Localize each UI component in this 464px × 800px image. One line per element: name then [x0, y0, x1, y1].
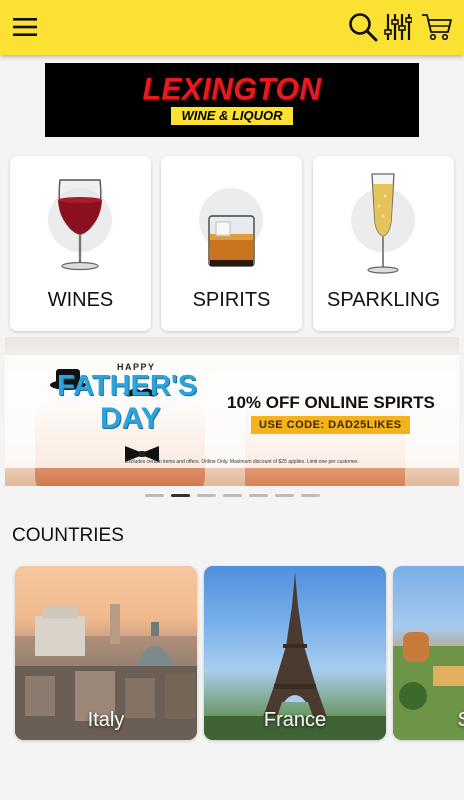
logo-subtitle: WINE & LIQUOR	[171, 107, 293, 125]
promo-headline: FATHER'S	[57, 370, 198, 402]
wine-glass-icon	[58, 179, 102, 271]
carousel-dot[interactable]	[223, 494, 242, 497]
promo-headline-day: DAY	[100, 402, 161, 435]
filter-icon[interactable]	[382, 10, 414, 44]
country-name: France	[263, 709, 327, 731]
search-icon[interactable]	[346, 10, 380, 44]
carousel-dot[interactable]	[301, 494, 320, 497]
country-card-italy[interactable]: Italy	[15, 566, 197, 740]
carousel-dot[interactable]	[275, 494, 294, 497]
section-title-countries: COUNTRIES	[12, 525, 124, 546]
logo-title: LEXINGTON	[142, 72, 322, 107]
store-logo-banner: LEXINGTON WINE & LIQUOR	[45, 63, 419, 137]
category-card-wines[interactable]: WINES	[10, 156, 151, 331]
country-card-france[interactable]: France	[204, 566, 386, 740]
app-header	[0, 0, 464, 55]
champagne-flute-icon	[367, 173, 399, 274]
country-name: Italy	[87, 709, 125, 731]
promo-fine-print: Excludes certain items and offers. Onlin…	[125, 459, 359, 465]
country-card-spain[interactable]: S	[393, 566, 464, 740]
category-label: SPIRITS	[192, 289, 271, 311]
category-card-spirits[interactable]: SPIRITS	[161, 156, 302, 331]
carousel-dot[interactable]	[145, 494, 164, 497]
category-card-sparkling[interactable]: SPARKLING	[313, 156, 454, 331]
menu-icon[interactable]	[8, 10, 42, 44]
category-label: WINES	[47, 289, 114, 311]
carousel-indicator	[145, 494, 320, 497]
promo-code-badge: USE CODE: DAD25LIKES	[251, 416, 410, 434]
category-label: SPARKLING	[327, 289, 440, 311]
carousel-dot[interactable]	[249, 494, 268, 497]
whiskey-glass-icon	[208, 215, 255, 267]
carousel-dot-active[interactable]	[171, 494, 190, 497]
promo-offer-text: 10% OFF ONLINE SPIRTS	[227, 393, 435, 412]
promo-carousel-slide[interactable]: HAPPY FATHER'S DAY 10% OFF ONLINE SPIRTS…	[5, 337, 459, 486]
country-name: S	[393, 709, 464, 732]
carousel-dot[interactable]	[197, 494, 216, 497]
cart-icon[interactable]	[420, 10, 454, 44]
